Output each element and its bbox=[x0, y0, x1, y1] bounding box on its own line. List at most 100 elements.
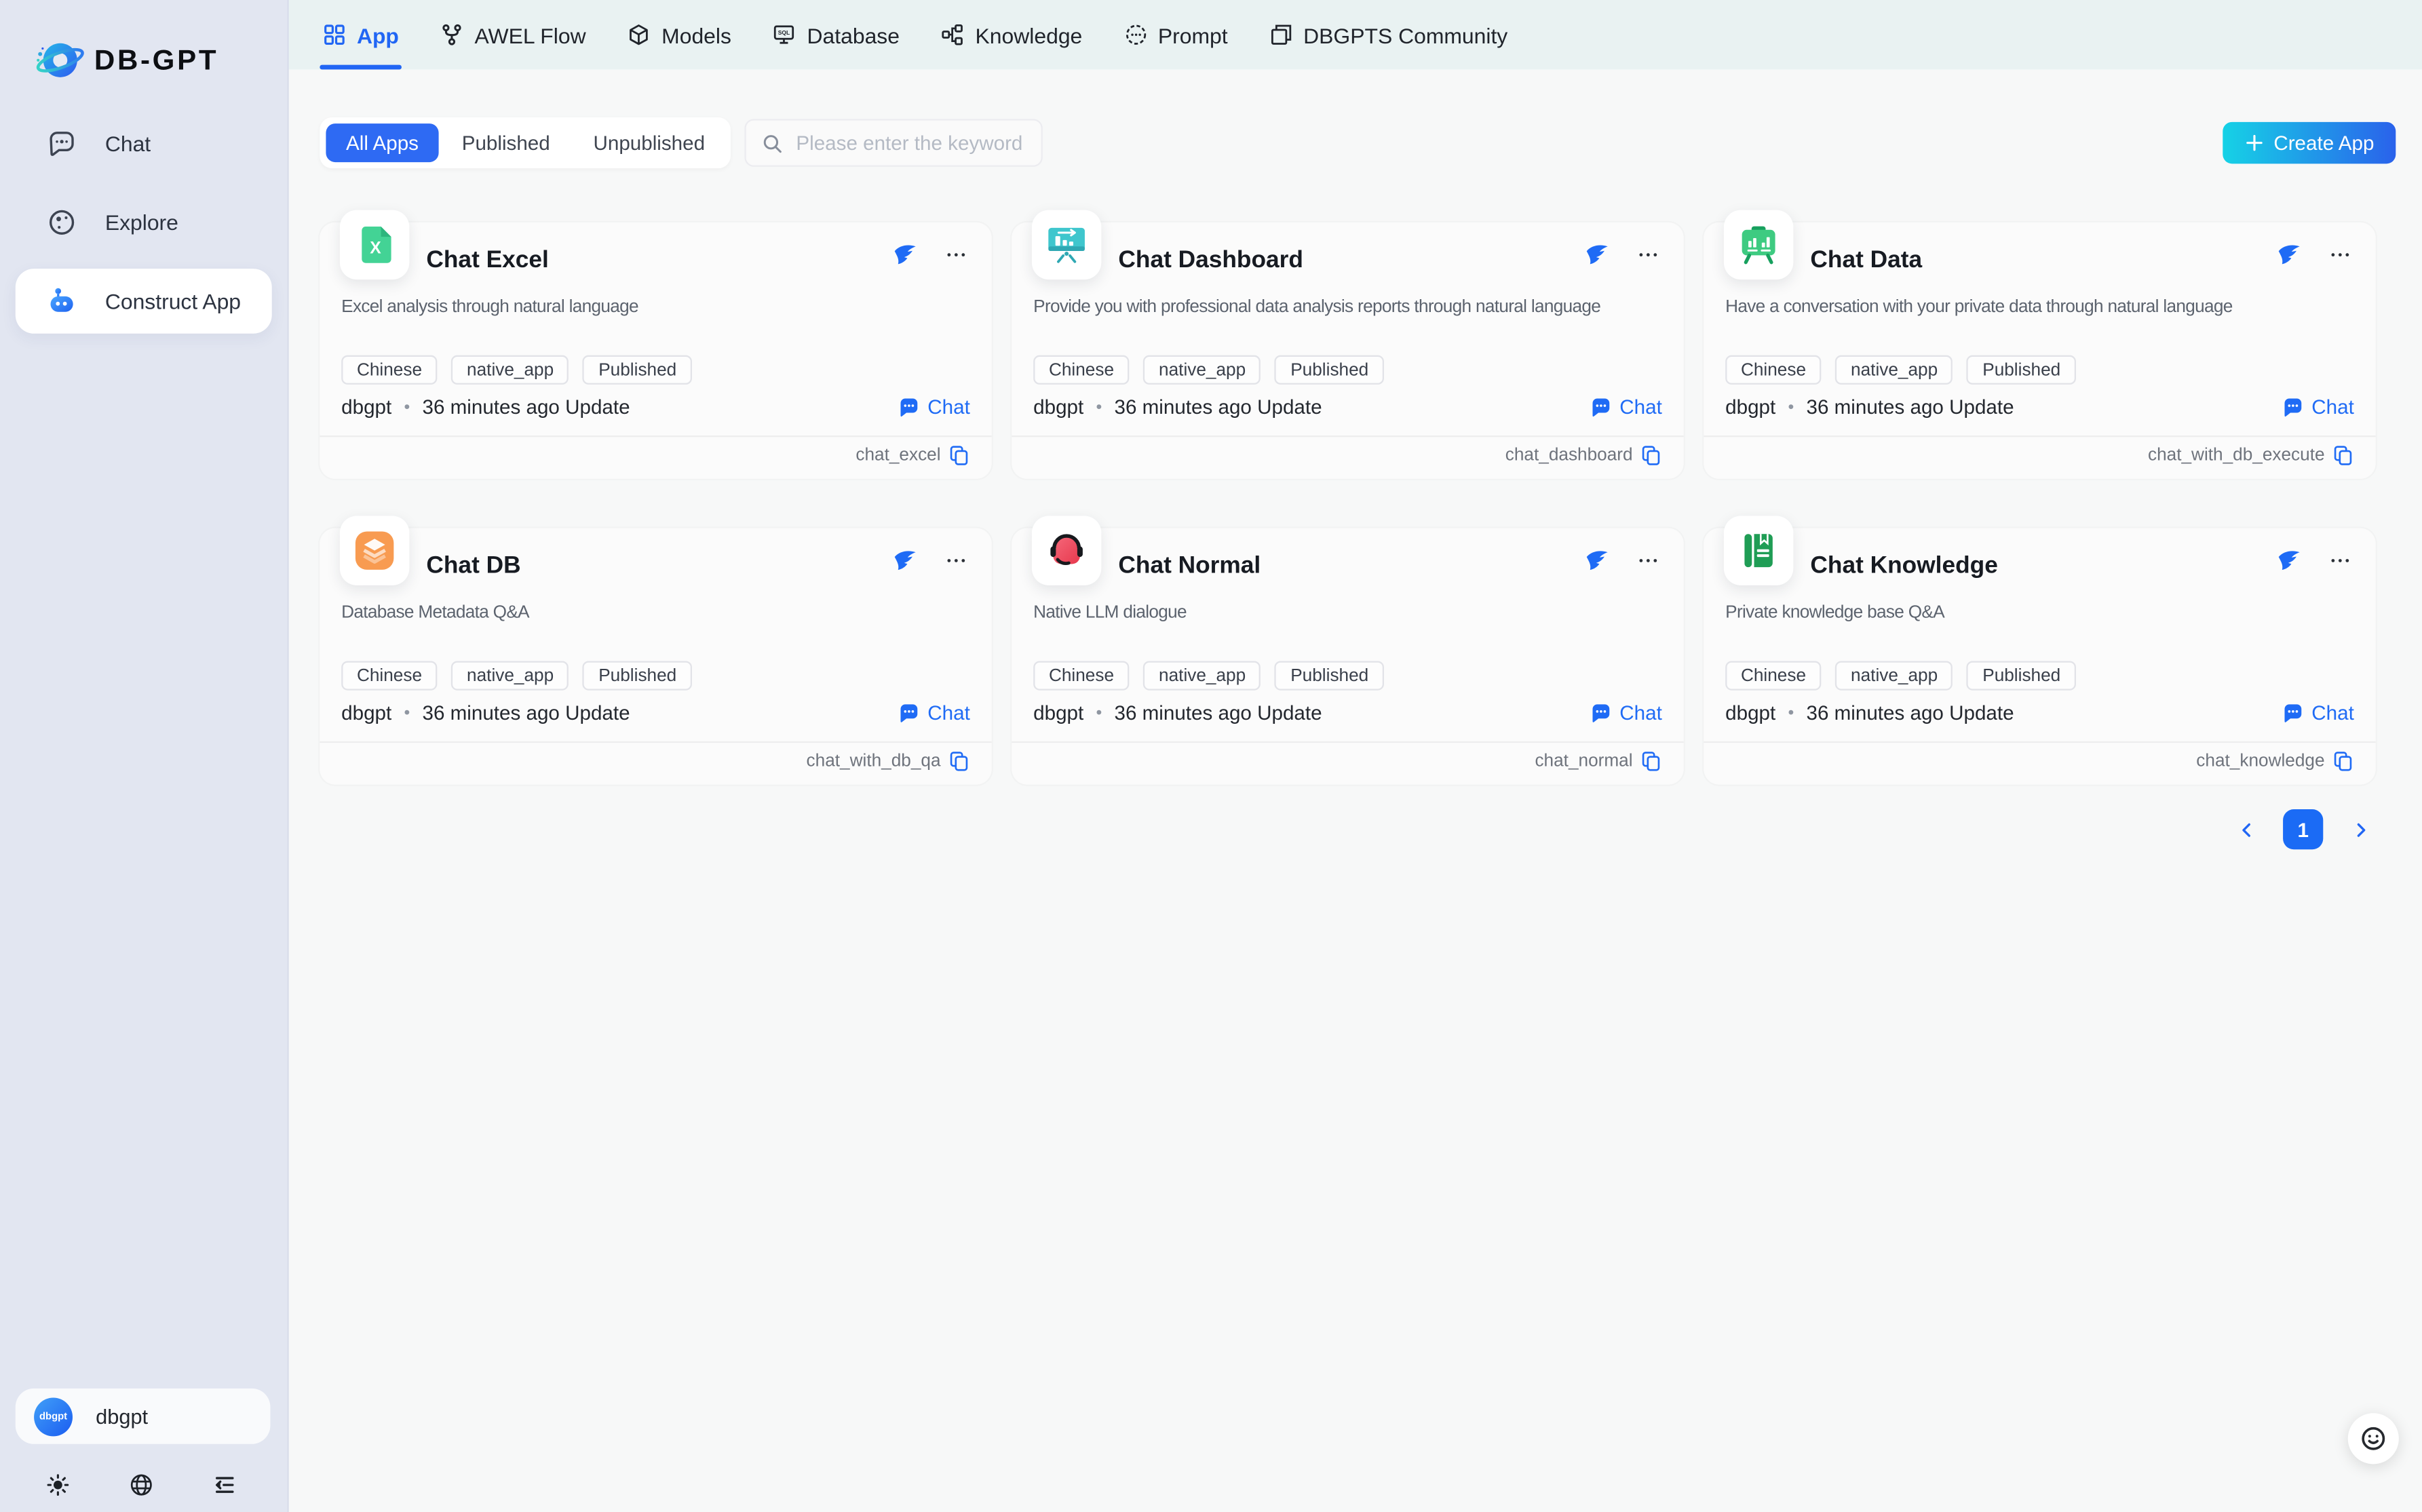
pagination-prev-button[interactable] bbox=[2231, 814, 2262, 845]
sidebar-footer bbox=[39, 1466, 243, 1503]
chat-link[interactable]: Chat bbox=[2281, 701, 2354, 724]
theme-sun-button[interactable] bbox=[39, 1466, 76, 1503]
app-card-chat-excel[interactable]: X Chat Excel Excel analysis through natu… bbox=[320, 222, 991, 479]
brand-logo[interactable]: DB-GPT bbox=[0, 0, 287, 87]
app-tag: Published bbox=[583, 661, 692, 690]
tab-label: App bbox=[357, 22, 399, 47]
share-dingtalk-icon[interactable] bbox=[2277, 242, 2301, 267]
sidebar-item-explore[interactable]: Explore bbox=[16, 190, 272, 255]
card-divider bbox=[320, 741, 991, 743]
tab-prompt[interactable]: Prompt bbox=[1124, 0, 1228, 69]
tab-awel-flow[interactable]: AWEL Flow bbox=[440, 0, 585, 69]
app-tags: Chinesenative_appPublished bbox=[1033, 661, 1384, 690]
collapse-sidebar-button[interactable] bbox=[206, 1466, 243, 1503]
pagination-next-button[interactable] bbox=[2345, 814, 2376, 845]
more-menu-button[interactable] bbox=[944, 548, 968, 573]
card-divider bbox=[1704, 435, 2375, 437]
search-box bbox=[745, 119, 1043, 167]
theme-sun-icon bbox=[44, 1471, 71, 1498]
app-tag: native_app bbox=[1835, 355, 1953, 385]
filter-tab-published[interactable]: Published bbox=[442, 123, 570, 162]
filter-tabs: All AppsPublishedUnpublished bbox=[320, 117, 731, 168]
search-icon bbox=[762, 132, 784, 154]
filter-tab-unpublished[interactable]: Unpublished bbox=[573, 123, 725, 162]
search-input[interactable] bbox=[793, 130, 1026, 156]
more-menu-button[interactable] bbox=[2328, 242, 2352, 267]
feedback-fab-button[interactable] bbox=[2348, 1413, 2399, 1464]
sidebar-item-chat[interactable]: Chat bbox=[16, 111, 272, 176]
chat-link[interactable]: Chat bbox=[1589, 395, 1662, 419]
tab-dbgpts-community[interactable]: DBGPTS Community bbox=[1269, 0, 1507, 69]
flow-branch-icon bbox=[440, 23, 463, 46]
app-icon-tile bbox=[1724, 210, 1793, 279]
plus-icon bbox=[2244, 133, 2265, 153]
sidebar-user[interactable]: dbgpt dbgpt bbox=[16, 1389, 271, 1444]
chevron-left-icon bbox=[2236, 819, 2256, 840]
copy-scene-button[interactable] bbox=[948, 751, 970, 773]
prompt-bubble-icon bbox=[1124, 23, 1147, 46]
app-card-chat-knowledge[interactable]: Chat Knowledge Private knowledge base Q&… bbox=[1704, 528, 2375, 785]
share-dingtalk-icon[interactable] bbox=[893, 548, 917, 573]
app-icon-tile bbox=[340, 516, 409, 585]
app-tag: Chinese bbox=[1725, 661, 1822, 690]
app-card-chat-normal[interactable]: Chat Normal Native LLM dialogue Chinesen… bbox=[1012, 528, 1683, 785]
app-tag: Published bbox=[1967, 661, 2076, 690]
more-menu-button[interactable] bbox=[1636, 242, 1660, 267]
app-tag: Chinese bbox=[1725, 355, 1822, 385]
smiley-icon bbox=[2359, 1424, 2388, 1453]
headset-icon bbox=[1043, 526, 1091, 575]
sidebar-item-construct-app[interactable]: Construct App bbox=[16, 269, 272, 334]
share-dingtalk-icon[interactable] bbox=[2277, 548, 2301, 573]
tab-database[interactable]: SQL Database bbox=[773, 0, 900, 69]
sidebar: DB-GPT Chat Explore Construct App dbgpt … bbox=[0, 0, 289, 1512]
book-icon bbox=[1735, 526, 1783, 575]
more-menu-button[interactable] bbox=[2328, 548, 2352, 573]
app-icon-tile bbox=[1032, 516, 1101, 585]
tab-models[interactable]: Models bbox=[628, 0, 731, 69]
chat-bubble-filled-icon bbox=[2281, 701, 2304, 724]
app-tag: Published bbox=[1967, 355, 2076, 385]
meta-separator: • bbox=[404, 703, 410, 722]
chat-link[interactable]: Chat bbox=[2281, 395, 2354, 419]
create-app-button[interactable]: Create App bbox=[2223, 122, 2396, 163]
chat-link[interactable]: Chat bbox=[1589, 701, 1662, 724]
tab-app[interactable]: App bbox=[323, 0, 399, 69]
app-icon-tile: X bbox=[340, 210, 409, 279]
copy-scene-button[interactable] bbox=[2332, 445, 2354, 467]
app-tag: Chinese bbox=[1033, 661, 1130, 690]
tab-label: AWEL Flow bbox=[474, 22, 585, 47]
scene-name: chat_excel bbox=[856, 446, 940, 465]
chat-link[interactable]: Chat bbox=[897, 701, 970, 724]
pagination-page-1[interactable]: 1 bbox=[2283, 809, 2323, 849]
sidebar-menu: Chat Explore Construct App bbox=[0, 111, 287, 334]
community-layout-icon bbox=[1269, 23, 1292, 46]
chat-link[interactable]: Chat bbox=[897, 395, 970, 419]
scene-name: chat_knowledge bbox=[2196, 752, 2324, 771]
app-updated: 36 minutes ago Update bbox=[1806, 395, 2014, 419]
apps-grid: X Chat Excel Excel analysis through natu… bbox=[320, 222, 2422, 785]
share-dingtalk-icon[interactable] bbox=[1585, 548, 1609, 573]
content: All AppsPublishedUnpublished Create App … bbox=[289, 69, 2422, 1512]
copy-scene-button[interactable] bbox=[948, 445, 970, 467]
chat-bubble-filled-icon bbox=[897, 701, 920, 724]
more-menu-button[interactable] bbox=[944, 242, 968, 267]
language-globe-button[interactable] bbox=[122, 1466, 159, 1503]
copy-scene-button[interactable] bbox=[2332, 751, 2354, 773]
app-title: Chat Dashboard bbox=[1118, 247, 1303, 275]
app-card-chat-db[interactable]: Chat DB Database Metadata Q&A Chinesenat… bbox=[320, 528, 991, 785]
pagination: 1 bbox=[289, 809, 2376, 849]
data-easel-icon bbox=[1735, 221, 1783, 269]
scene-name: chat_with_db_execute bbox=[2148, 446, 2325, 465]
copy-scene-button[interactable] bbox=[1640, 445, 1662, 467]
tab-knowledge[interactable]: Knowledge bbox=[941, 0, 1082, 69]
copy-scene-button[interactable] bbox=[1640, 751, 1662, 773]
app-tags: Chinese native_app Published bbox=[1725, 355, 2076, 385]
filter-tab-all-apps[interactable]: All Apps bbox=[326, 123, 438, 162]
share-dingtalk-icon[interactable] bbox=[1585, 242, 1609, 267]
share-dingtalk-icon[interactable] bbox=[893, 242, 917, 267]
sidebar-item-label: Chat bbox=[105, 132, 151, 156]
app-description: Have a conversation with your private da… bbox=[1725, 298, 2363, 316]
app-card-chat-data[interactable]: Chat Data Have a conversation with your … bbox=[1704, 222, 2375, 479]
more-menu-button[interactable] bbox=[1636, 548, 1660, 573]
app-card-chat-dashboard[interactable]: Chat Dashboard Provide you with professi… bbox=[1012, 222, 1683, 479]
